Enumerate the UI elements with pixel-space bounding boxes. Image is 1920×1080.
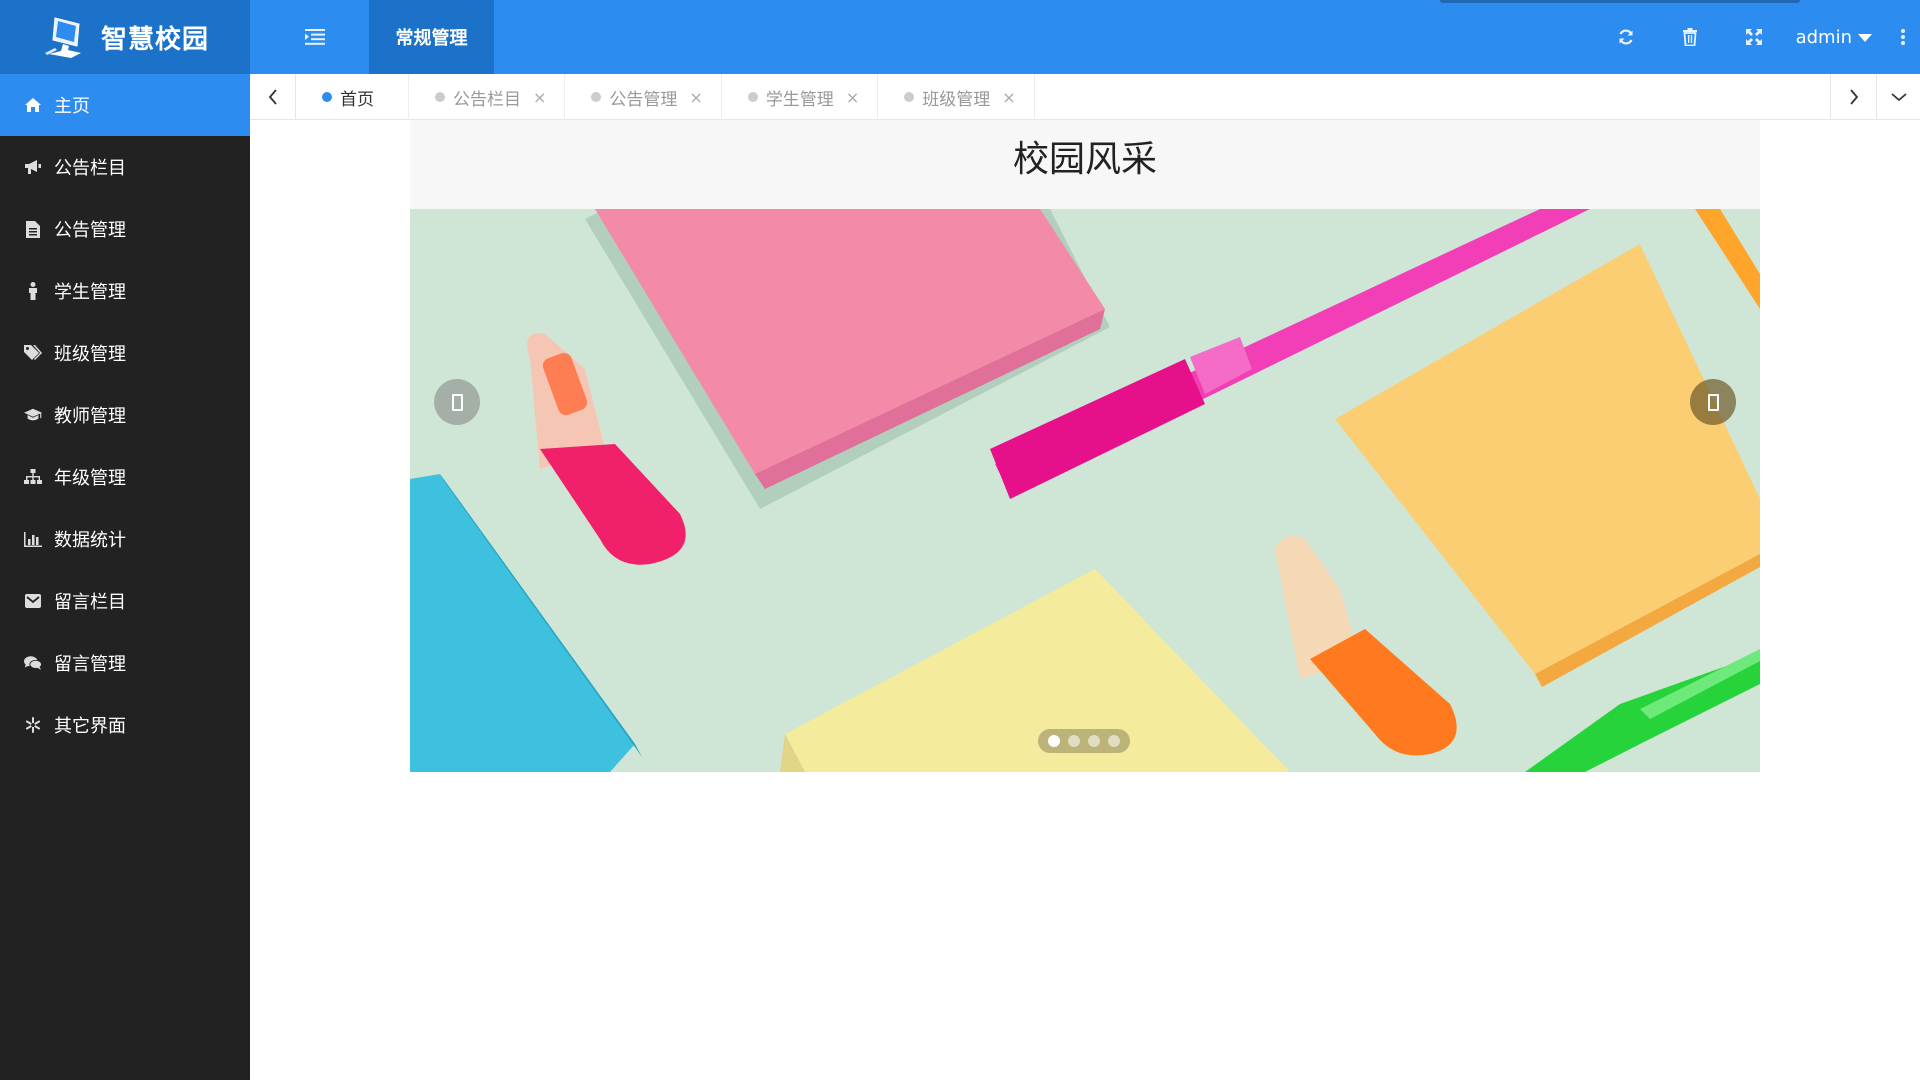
sidebar-item-class-management[interactable]: 班级管理 xyxy=(0,322,250,384)
tab-label: 公告管理 xyxy=(609,89,678,110)
sidebar-item-label: 公告栏目 xyxy=(54,158,126,179)
home-icon xyxy=(24,96,42,114)
carousel-indicator-dot[interactable] xyxy=(1108,735,1120,747)
computer-logo-icon xyxy=(44,17,81,58)
close-icon[interactable]: × xyxy=(846,88,859,107)
more-button[interactable] xyxy=(1886,0,1920,74)
refresh-icon xyxy=(1619,29,1633,45)
sidebar-item-label: 班级管理 xyxy=(54,344,126,365)
tags-icon xyxy=(24,344,42,362)
carousel-indicator-dot[interactable] xyxy=(1048,735,1060,747)
tab-bar: 首页 公告栏目 × 公告管理 × 学生管理 × 班级管理 × xyxy=(250,74,1920,120)
sidebar-item-label: 数据统计 xyxy=(54,530,126,551)
prev-arrow-icon xyxy=(451,393,463,411)
carousel-indicator-dot[interactable] xyxy=(1068,735,1080,747)
sidebar: 主页 公告栏目 公告管理 学生管理 班级管理 教师管理 年级管理 数据统计 留言… xyxy=(0,74,250,1080)
tab-notice-column[interactable]: 公告栏目 × xyxy=(409,74,566,120)
status-dot xyxy=(322,92,332,102)
page-title: 校园风采 xyxy=(1012,138,1157,180)
tab-class-management[interactable]: 班级管理 × xyxy=(878,74,1035,120)
snowflake-icon xyxy=(24,716,42,734)
status-dot xyxy=(591,92,602,102)
trash-icon xyxy=(1682,28,1697,46)
tab-label: 首页 xyxy=(340,89,374,110)
tab-label: 公告栏目 xyxy=(453,89,521,110)
sidebar-item-message-column[interactable]: 留言栏目 xyxy=(0,570,250,632)
app-title: 智慧校园 xyxy=(100,24,209,55)
sidebar-item-label: 教师管理 xyxy=(54,406,126,427)
tab-scroll-right-button[interactable] xyxy=(1830,74,1876,120)
logo[interactable]: 智慧校园 xyxy=(0,0,250,74)
panel-header: 校园风采 xyxy=(410,120,1760,209)
username: admin xyxy=(1795,26,1852,48)
refresh-button[interactable] xyxy=(1594,0,1658,74)
tab-options-button[interactable] xyxy=(1876,74,1920,120)
carousel-indicators xyxy=(1038,729,1130,753)
carousel-prev-button[interactable] xyxy=(434,379,480,425)
tab-notice-management[interactable]: 公告管理 × xyxy=(565,74,722,120)
sidebar-item-label: 其它界面 xyxy=(54,716,126,737)
close-icon[interactable]: × xyxy=(533,88,546,107)
menu-toggle-button[interactable] xyxy=(290,22,340,52)
sidebar-item-label: 公告管理 xyxy=(54,220,126,241)
clear-cache-button[interactable] xyxy=(1658,0,1722,74)
close-icon[interactable]: × xyxy=(1002,88,1015,107)
header-actions: admin xyxy=(1594,0,1920,74)
next-arrow-icon xyxy=(1707,393,1719,411)
close-icon[interactable]: × xyxy=(689,88,702,107)
status-dot xyxy=(904,92,915,102)
sidebar-item-label: 留言栏目 xyxy=(54,592,126,613)
carousel-next-button[interactable] xyxy=(1690,379,1736,425)
tab-list: 首页 公告栏目 × 公告管理 × 学生管理 × 班级管理 × xyxy=(296,74,1035,120)
tab-student-management[interactable]: 学生管理 × xyxy=(722,74,879,120)
sidebar-item-student-management[interactable]: 学生管理 xyxy=(0,260,250,322)
chevron-down-icon xyxy=(1890,93,1907,102)
male-icon xyxy=(24,282,42,300)
sidebar-item-other-pages[interactable]: 其它界面 xyxy=(0,694,250,756)
top-header: 智慧校园 常规管理 admin xyxy=(0,0,1920,74)
carousel-indicator-dot[interactable] xyxy=(1088,735,1100,747)
tab-scroll-left-button[interactable] xyxy=(250,74,296,120)
sidebar-item-label: 年级管理 xyxy=(54,468,126,489)
comments-icon xyxy=(24,654,42,672)
status-dot xyxy=(435,92,445,102)
sidebar-item-notice-management[interactable]: 公告管理 xyxy=(0,198,250,260)
fullscreen-button[interactable] xyxy=(1722,0,1786,74)
bullhorn-icon xyxy=(24,158,42,176)
sidebar-item-grade-management[interactable]: 年级管理 xyxy=(0,446,250,508)
sidebar-item-teacher-management[interactable]: 教师管理 xyxy=(0,384,250,446)
sidebar-item-message-management[interactable]: 留言管理 xyxy=(0,632,250,694)
image-carousel[interactable] xyxy=(410,209,1760,772)
vertical-ellipsis-icon xyxy=(1901,29,1905,45)
caret-down-icon xyxy=(1858,34,1872,42)
chevron-left-icon xyxy=(268,89,277,105)
tab-home[interactable]: 首页 xyxy=(296,74,409,120)
sidebar-item-label: 主页 xyxy=(54,96,90,117)
chevron-right-icon xyxy=(1849,89,1858,105)
user-menu[interactable]: admin xyxy=(1786,0,1886,74)
sidebar-item-label: 留言管理 xyxy=(54,654,126,675)
sitemap-icon xyxy=(24,468,42,486)
fullscreen-icon xyxy=(1745,29,1762,45)
tab-label: 班级管理 xyxy=(922,89,991,110)
nav-routine-management[interactable]: 常规管理 xyxy=(369,0,494,74)
bar-chart-icon xyxy=(24,530,42,548)
sidebar-item-notice-column[interactable]: 公告栏目 xyxy=(0,136,250,198)
tab-label: 学生管理 xyxy=(765,89,834,110)
sidebar-item-statistics[interactable]: 数据统计 xyxy=(0,508,250,570)
carousel-slide-image xyxy=(410,209,1760,772)
sidebar-item-home[interactable]: 主页 xyxy=(0,74,250,136)
envelope-icon xyxy=(24,592,42,610)
status-dot xyxy=(747,92,758,102)
file-text-icon xyxy=(24,220,42,238)
list-indent-icon xyxy=(305,29,325,45)
graduation-cap-icon xyxy=(24,406,42,424)
sidebar-item-label: 学生管理 xyxy=(54,282,126,303)
